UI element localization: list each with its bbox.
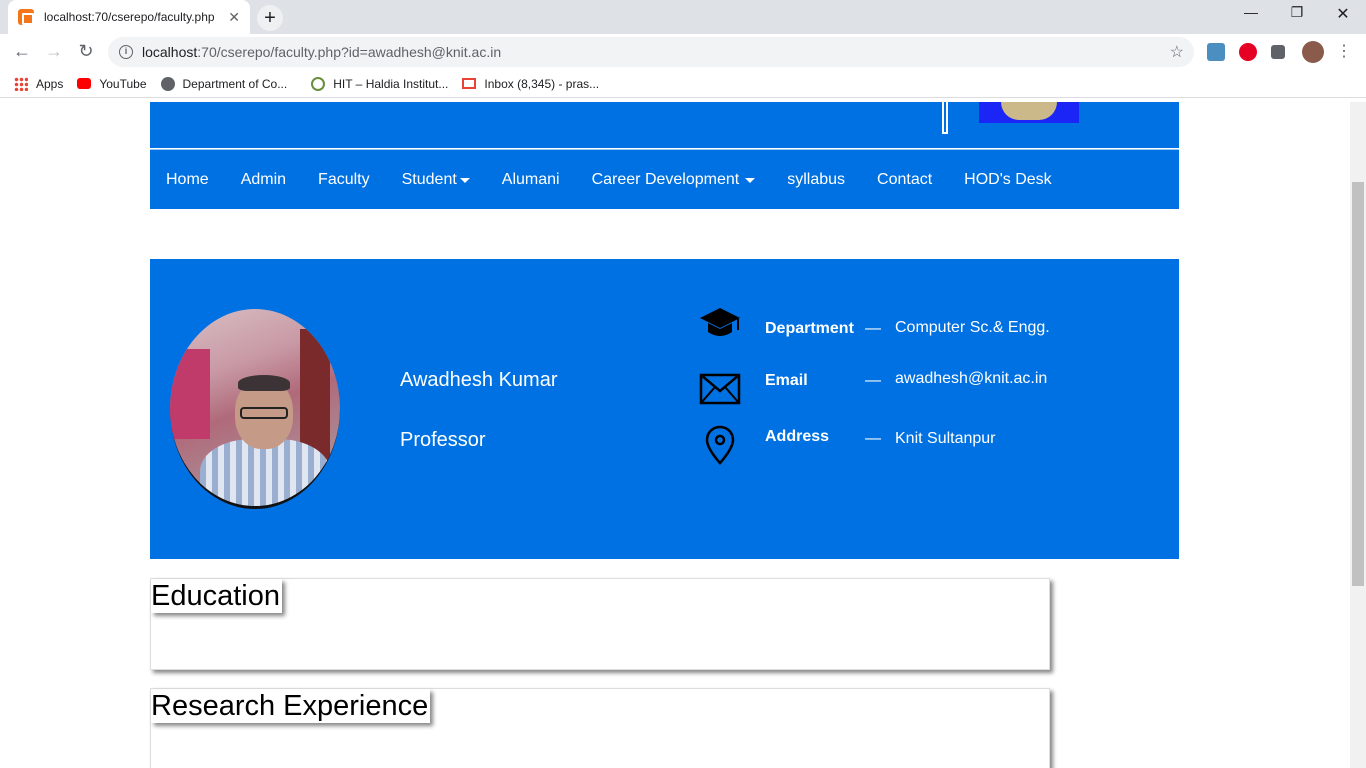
apps-grid-icon — [14, 76, 28, 91]
url-host: localhost — [142, 44, 198, 60]
education-heading: Education — [151, 579, 282, 613]
window-close-icon[interactable]: ✕ — [1320, 4, 1366, 24]
department-label: Department — [765, 320, 854, 337]
nav-admin[interactable]: Admin — [241, 171, 286, 189]
email-dash: — — [865, 372, 881, 389]
department-value: Computer Sc.& Engg. — [895, 319, 1050, 336]
nav-syllabus[interactable]: syllabus — [787, 171, 845, 189]
address-dash: — — [865, 430, 881, 447]
bookmark-label: Apps — [36, 76, 64, 91]
profile-avatar[interactable] — [1302, 41, 1324, 63]
nav-hods-desk[interactable]: HOD's Desk — [964, 171, 1052, 189]
site-info-icon[interactable]: i — [119, 45, 133, 59]
bookmark-youtube[interactable]: YouTube — [77, 76, 147, 91]
youtube-icon — [77, 78, 92, 89]
browser-toolbar: ← → ↻ i localhost:70/cserepo/faculty.php… — [0, 34, 1366, 70]
education-section: Education — [150, 578, 1050, 670]
email-value[interactable]: awadhesh@knit.ac.in — [895, 370, 1047, 388]
minimize-icon[interactable]: — — [1228, 4, 1274, 20]
site-header-banner — [150, 102, 1179, 148]
bookmark-star-icon[interactable]: ☆ — [1170, 42, 1184, 62]
hit-icon — [311, 76, 326, 91]
extension-drive-icon[interactable] — [1207, 43, 1225, 61]
address-value: Knit Sultanpur — [895, 430, 996, 447]
bookmark-label: Department of Co... — [182, 76, 288, 91]
nav-contact[interactable]: Contact — [877, 171, 932, 189]
bookmark-department[interactable]: Department of Co... — [160, 76, 288, 91]
department-dash: — — [865, 320, 881, 337]
pinterest-icon[interactable] — [1239, 43, 1257, 61]
address-bar[interactable]: i localhost:70/cserepo/faculty.php?id=aw… — [108, 37, 1194, 67]
back-arrow-icon[interactable]: ← — [10, 41, 34, 62]
reload-icon[interactable]: ↻ — [74, 41, 98, 62]
page-content: Home Admin Faculty Student Alumani Caree… — [0, 102, 1350, 768]
browser-tab[interactable]: localhost:70/cserepo/faculty.php ✕ — [8, 0, 250, 34]
bookmark-label: Inbox (8,345) - pras... — [484, 76, 600, 91]
bookmark-apps[interactable]: Apps — [14, 76, 64, 91]
menu-kebab-icon[interactable]: ⋮ — [1332, 41, 1356, 61]
graduation-cap-icon — [698, 304, 742, 348]
xampp-favicon-icon — [18, 9, 34, 25]
globe-icon — [160, 76, 175, 91]
nav-career-development[interactable]: Career Development — [592, 171, 756, 189]
nav-home[interactable]: Home — [166, 171, 209, 189]
new-tab-button[interactable]: + — [257, 5, 283, 31]
bookmark-inbox[interactable]: Inbox (8,345) - pras... — [462, 77, 599, 91]
envelope-icon — [698, 369, 742, 413]
research-experience-heading: Research Experience — [151, 689, 431, 723]
nav-alumani[interactable]: Alumani — [502, 171, 560, 189]
address-label: Address — [765, 428, 830, 445]
research-experience-section: Research Experience — [150, 688, 1050, 768]
department-row: Department — Computer Sc.& Engg. — [698, 304, 1050, 348]
bookmark-hit[interactable]: HIT – Haldia Institut... — [311, 76, 449, 91]
faculty-photo — [170, 309, 340, 509]
main-navigation: Home Admin Faculty Student Alumani Caree… — [150, 149, 1179, 209]
nav-student[interactable]: Student — [402, 171, 470, 189]
forward-arrow-icon[interactable]: → — [42, 41, 66, 62]
bookmarks-bar: Apps YouTube Department of Co... HIT – H… — [0, 70, 1366, 98]
email-label: Email — [765, 372, 808, 389]
faculty-name: Awadhesh Kumar — [400, 369, 558, 391]
url-path: :70/cserepo/faculty.php?id=awadhesh@knit… — [197, 44, 502, 60]
tab-strip: localhost:70/cserepo/faculty.php ✕ + — ❐… — [0, 0, 1366, 34]
location-pin-icon — [698, 424, 742, 468]
tab-close-icon[interactable]: ✕ — [228, 9, 240, 26]
page-scrollbar[interactable] — [1350, 102, 1366, 768]
caret-down-icon — [459, 178, 470, 183]
faculty-designation: Professor — [400, 429, 486, 451]
bookmark-label: YouTube — [99, 76, 147, 91]
caret-down-icon — [745, 178, 756, 183]
scrollbar-thumb[interactable] — [1352, 182, 1364, 586]
faculty-profile-card: Awadhesh Kumar Professor Department — Co… — [150, 259, 1179, 559]
address-row: Address — Knit Sultanpur — [698, 424, 996, 468]
bookmark-label: HIT – Haldia Institut... — [333, 76, 449, 91]
nav-career-label: Career Development — [591, 170, 740, 188]
tab-title: localhost:70/cserepo/faculty.php — [44, 10, 215, 24]
logo-emblem-icon — [1001, 102, 1057, 120]
header-divider — [942, 102, 948, 134]
restore-icon[interactable]: ❐ — [1274, 4, 1320, 21]
nav-faculty[interactable]: Faculty — [318, 171, 370, 189]
nav-student-label: Student — [401, 170, 457, 188]
gmail-icon — [462, 78, 477, 89]
college-logo — [979, 102, 1079, 123]
email-row: Email — awadhesh@knit.ac.in — [698, 369, 1047, 413]
extensions-puzzle-icon[interactable] — [1271, 45, 1285, 59]
